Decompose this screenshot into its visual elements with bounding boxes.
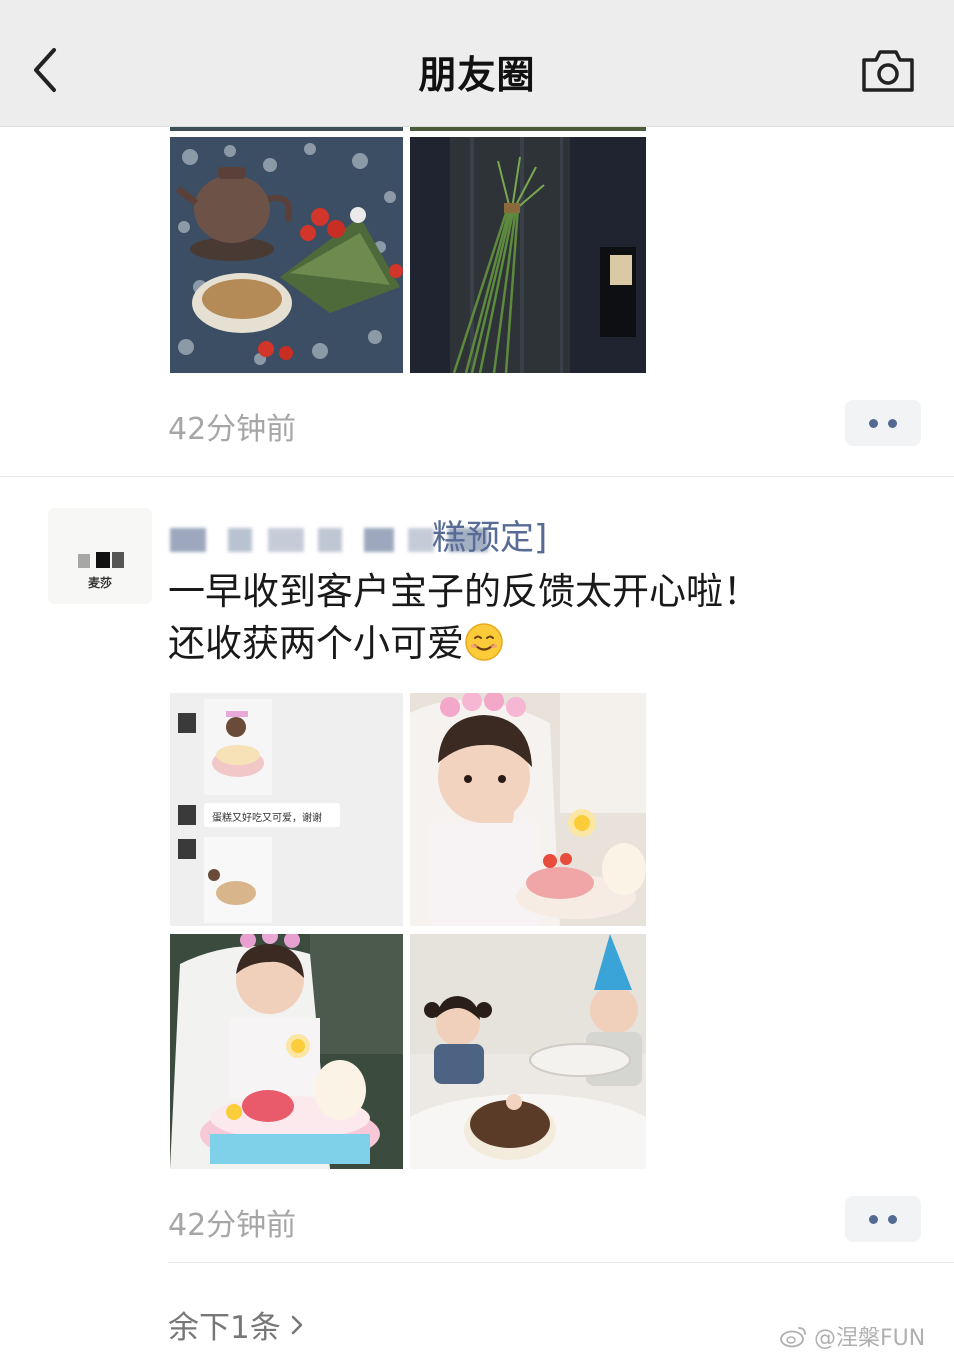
post-text-line2-content: 还收获两个小可爱: [168, 622, 464, 665]
dot-icon: [888, 1214, 897, 1224]
post1-photo-teapot-zongzi[interactable]: [170, 137, 403, 373]
remaining-comments-link[interactable]: 余下1条: [168, 1302, 307, 1347]
post-author-name-suffix[interactable]: 糕预定]: [432, 510, 547, 559]
post1-photo-top-sliver: [170, 127, 403, 131]
post2-photo-girl-with-cake[interactable]: [170, 934, 403, 1169]
chat-bubble-text: 蛋糕又好吃又可爱，谢谢: [212, 813, 322, 824]
watermark-text: @涅槃FUN: [814, 1326, 926, 1351]
post1-photo-top-sliver: [410, 127, 646, 131]
post2-photo-two-kids-cake[interactable]: [410, 934, 646, 1169]
chevron-right-icon: [291, 1315, 302, 1334]
avatar[interactable]: 麦莎: [48, 508, 152, 604]
post1-timestamp: 42分钟前: [168, 412, 297, 447]
post-text-line1: 一早收到客户宝子的反馈太开心啦！: [168, 570, 760, 613]
dot-icon: [888, 418, 897, 428]
post1-more-button[interactable]: [845, 400, 921, 446]
top-bar: 朋友圈: [0, 0, 954, 127]
post-body-text: 一早收到客户宝子的反馈太开心啦！ 还收获两个小可爱: [168, 566, 760, 670]
post2-photo-girl-blowing-candles[interactable]: [410, 693, 646, 926]
post-text-line2: 还收获两个小可爱: [168, 618, 760, 670]
smiling-face-emoji-icon: [465, 623, 503, 661]
post2-photo-chat-screenshot[interactable]: 蛋糕又好吃又可爱，谢谢: [170, 693, 403, 926]
watermark: @涅槃FUN: [780, 1320, 925, 1352]
post2-timestamp: 42分钟前: [168, 1208, 297, 1243]
post-divider: [0, 476, 954, 477]
post2-more-button[interactable]: [845, 1196, 921, 1242]
remaining-label: 余下1条: [168, 1310, 281, 1346]
post1-photo-herb-bundle[interactable]: [410, 137, 646, 373]
dot-icon: [869, 418, 878, 428]
camera-icon[interactable]: [860, 48, 916, 94]
avatar-label: 麦莎: [87, 576, 112, 590]
page-title: 朋友圈: [418, 53, 536, 97]
weibo-logo-icon: [780, 1327, 806, 1348]
comment-divider: [168, 1262, 954, 1263]
dot-icon: [869, 1214, 878, 1224]
